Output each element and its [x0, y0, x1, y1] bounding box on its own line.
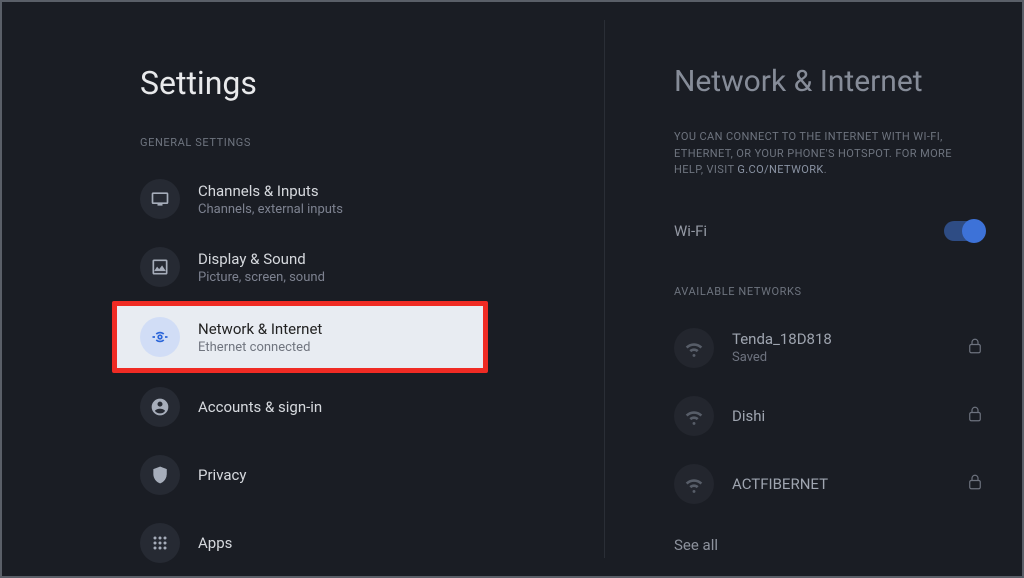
shield-icon — [140, 455, 180, 495]
tv-icon — [140, 179, 180, 219]
sidebar-item-channels-inputs[interactable]: Channels & Inputs Channels, external inp… — [140, 165, 604, 233]
detail-subtext: YOU CAN CONNECT TO THE INTERNET WITH WI-… — [674, 129, 984, 179]
sidebar-item-label: Apps — [198, 534, 232, 552]
sidebar-item-label: Network & Internet — [198, 320, 322, 338]
section-header-available: AVAILABLE NETWORKS — [674, 285, 984, 298]
help-link[interactable]: G.CO/NETWORK — [737, 163, 823, 176]
network-item[interactable]: ACTFIBERNET — [674, 450, 984, 518]
wifi-label: Wi-Fi — [674, 222, 707, 240]
sidebar-item-sub: Picture, screen, sound — [198, 270, 325, 285]
lock-icon — [966, 337, 984, 359]
see-all-networks[interactable]: See all — [674, 536, 984, 554]
pane-divider — [604, 20, 605, 558]
sidebar-item-network-internet[interactable]: Network & Internet Ethernet connected — [112, 301, 488, 373]
wifi-toggle-row[interactable]: Wi-Fi — [674, 205, 984, 257]
sidebar-item-label: Channels & Inputs — [198, 182, 343, 200]
lock-icon — [966, 405, 984, 427]
sidebar-item-accounts-signin[interactable]: Accounts & sign-in — [140, 373, 604, 441]
sidebar-item-label: Privacy — [198, 466, 246, 484]
sidebar-item-label: Accounts & sign-in — [198, 398, 322, 416]
wifi-icon — [674, 464, 714, 504]
sidebar-item-display-sound[interactable]: Display & Sound Picture, screen, sound — [140, 233, 604, 301]
network-icon — [140, 317, 180, 357]
wifi-toggle[interactable] — [944, 221, 984, 241]
sidebar-item-privacy[interactable]: Privacy — [140, 441, 604, 509]
wifi-icon — [674, 328, 714, 368]
sidebar-item-sub: Ethernet connected — [198, 340, 322, 355]
network-name: ACTFIBERNET — [732, 475, 966, 493]
sidebar-item-label: Display & Sound — [198, 250, 325, 268]
page-title: Settings — [140, 64, 604, 102]
network-item[interactable]: Tenda_18D818 Saved — [674, 314, 984, 382]
network-name: Tenda_18D818 — [732, 330, 966, 348]
account-icon — [140, 387, 180, 427]
settings-sidebar: Settings GENERAL SETTINGS Channels & Inp… — [0, 0, 604, 578]
lock-icon — [966, 473, 984, 495]
network-item[interactable]: Dishi — [674, 382, 984, 450]
sidebar-item-sub: Channels, external inputs — [198, 202, 343, 217]
section-header-general: GENERAL SETTINGS — [140, 136, 604, 149]
sidebar-item-apps[interactable]: Apps — [140, 509, 604, 577]
image-icon — [140, 247, 180, 287]
detail-pane: Network & Internet YOU CAN CONNECT TO TH… — [604, 0, 1024, 578]
apps-icon — [140, 523, 180, 563]
network-name: Dishi — [732, 407, 966, 425]
network-status: Saved — [732, 350, 966, 365]
detail-title: Network & Internet — [674, 64, 984, 99]
wifi-icon — [674, 396, 714, 436]
